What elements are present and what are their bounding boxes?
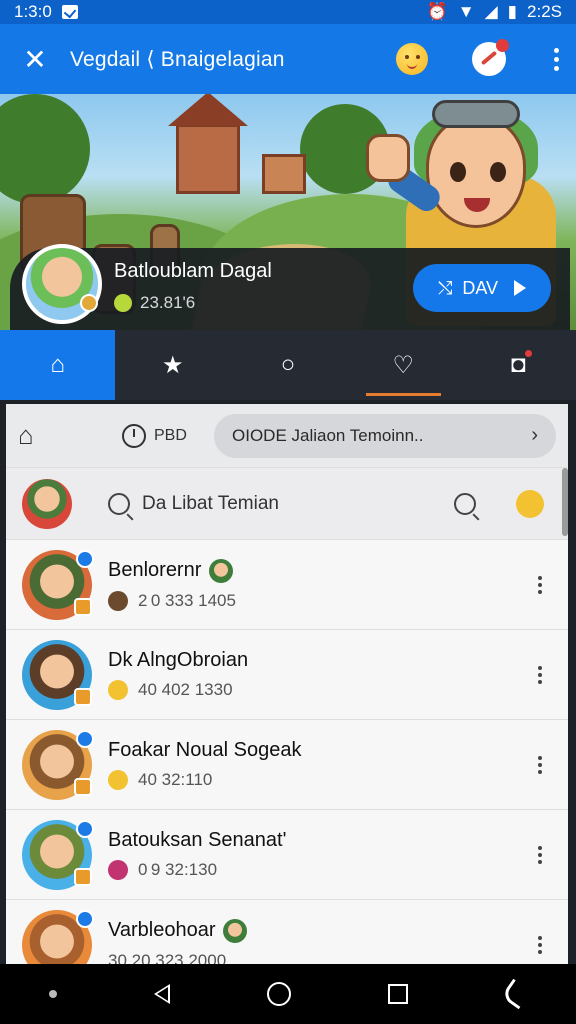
filter-row: ⌂ PBD OIODE Jaliaon Temoinn.. ›	[6, 404, 568, 468]
list-item-avatar	[22, 819, 94, 890]
more-options-icon[interactable]	[528, 935, 552, 954]
nav-dot-icon[interactable]	[48, 990, 57, 998]
app-bar: ✕ Vegdail ⟨ Bnaigelagian	[0, 24, 576, 94]
tab-search[interactable]: ○	[230, 330, 345, 400]
content-panel: ⌂ PBD OIODE Jaliaon Temoinn.. › Da Libat…	[6, 404, 568, 964]
list-item-detail: 30 20 323 2000	[108, 950, 227, 965]
home-icon: ⌂	[50, 351, 65, 378]
tab-home[interactable]: ⌂	[0, 330, 116, 400]
shuffle-icon: ⤭	[437, 277, 453, 298]
system-nav-bar	[0, 964, 576, 1024]
list-item-name: Foakar Noual Sogeak	[108, 739, 302, 761]
friend-avatar-icon	[209, 558, 234, 583]
list-item-avatar	[22, 639, 92, 710]
list-item[interactable]: Batouksan Senanat' 0 9 32:130	[6, 810, 568, 900]
list-item-name: Benlorernr	[108, 559, 202, 581]
list-item-name: Batouksan Senanat'	[108, 829, 287, 851]
list-item-detail: 0 9 32:130	[138, 860, 218, 879]
list-item[interactable]: Dk AlngObroian 40 402 1330	[6, 630, 568, 720]
recent-apps-icon[interactable]	[388, 984, 409, 1004]
scrollbar[interactable]	[562, 468, 568, 536]
status-time-right: 2:2S	[527, 2, 562, 21]
profile-strip: Batloublam Dagal 23.81'6 ⤭ DAV	[10, 244, 570, 330]
search-row: Da Libat Temian	[6, 468, 568, 540]
list-item[interactable]: Foakar Noual Sogeak 40 32:110	[6, 720, 568, 810]
signal-icon: ◢	[484, 2, 498, 21]
status-time-left: 1:3:0	[14, 2, 52, 21]
list-item-name: Dk AlngObroian	[108, 649, 249, 671]
profile-count: 23.81'6	[140, 292, 196, 312]
heart-icon: ♡	[392, 351, 414, 379]
list-item-avatar	[22, 549, 94, 620]
page-title: Vegdail ⟨ Bnaigelagian	[70, 47, 285, 71]
coin-icon	[114, 293, 132, 312]
emoji-face-icon[interactable]	[396, 43, 428, 75]
dav-button-label: DAV	[462, 277, 499, 298]
more-options-icon[interactable]	[528, 845, 552, 864]
dav-play-button[interactable]: ⤭ DAV	[413, 264, 551, 312]
status-bar: 1:3:0 ⏰ ▼ ◢ ▮ 2:2S	[0, 0, 576, 24]
list-item-detail: 40 32:110	[138, 770, 213, 789]
camera-icon: ◘	[511, 351, 526, 378]
my-avatar[interactable]	[22, 478, 72, 529]
search-action-icon[interactable]	[454, 492, 476, 515]
more-options-icon[interactable]	[528, 575, 552, 594]
more-options-icon[interactable]	[528, 755, 552, 774]
search-icon	[108, 492, 130, 515]
chevron-right-icon: ›	[531, 424, 538, 446]
list-item-name: Varbleohoar	[108, 919, 216, 941]
battery-icon: ▮	[507, 2, 518, 21]
user-icon	[108, 590, 128, 611]
tab-liked[interactable]: ♡	[346, 330, 461, 400]
tab-favorites[interactable]: ★	[115, 330, 230, 400]
play-icon	[514, 280, 527, 296]
tab-camera[interactable]: ◘	[461, 330, 576, 400]
notification-pin-icon[interactable]	[472, 39, 509, 76]
list-item-detail: 2 0 333 1405	[138, 590, 236, 610]
list-item-avatar	[22, 729, 94, 800]
home-outline-icon[interactable]: ⌂	[18, 420, 78, 451]
tab-bar: ⌂ ★ ○ ♡ ◘	[0, 330, 576, 400]
close-icon[interactable]: ✕	[0, 24, 70, 94]
filter-label[interactable]: PBD	[154, 427, 214, 445]
alarm-icon: ⏰	[426, 2, 448, 21]
emoji-icon[interactable]	[516, 489, 544, 518]
notification-check-icon	[61, 5, 78, 19]
search-input[interactable]: Da Libat Temian	[142, 493, 454, 515]
back-icon[interactable]	[153, 984, 170, 1004]
star-icon: ★	[162, 351, 184, 379]
filter-dropdown-text: OIODE Jaliaon Temoinn..	[232, 425, 424, 445]
wifi-icon: ▼	[457, 2, 475, 21]
home-circle-icon[interactable]	[266, 982, 291, 1006]
friend-avatar-icon	[223, 918, 248, 943]
list-item[interactable]: Varbleohoar 30 20 323 2000	[6, 900, 568, 964]
star-icon	[108, 680, 128, 700]
heart-icon	[108, 860, 128, 880]
star-icon	[108, 770, 128, 790]
list-item-avatar	[22, 909, 94, 964]
more-options-icon[interactable]	[536, 24, 576, 94]
feather-icon[interactable]	[501, 978, 532, 1010]
list-item-detail: 40 402 1330	[138, 680, 233, 699]
filter-dropdown[interactable]: OIODE Jaliaon Temoinn.. ›	[214, 413, 556, 458]
search-icon: ○	[280, 351, 296, 378]
more-options-icon[interactable]	[528, 665, 552, 684]
profile-avatar[interactable]	[22, 244, 102, 324]
clock-icon[interactable]	[122, 423, 146, 448]
profile-name: Batloublam Dagal	[114, 259, 272, 282]
list-item[interactable]: Benlorernr 2 0 333 1405	[6, 540, 568, 630]
